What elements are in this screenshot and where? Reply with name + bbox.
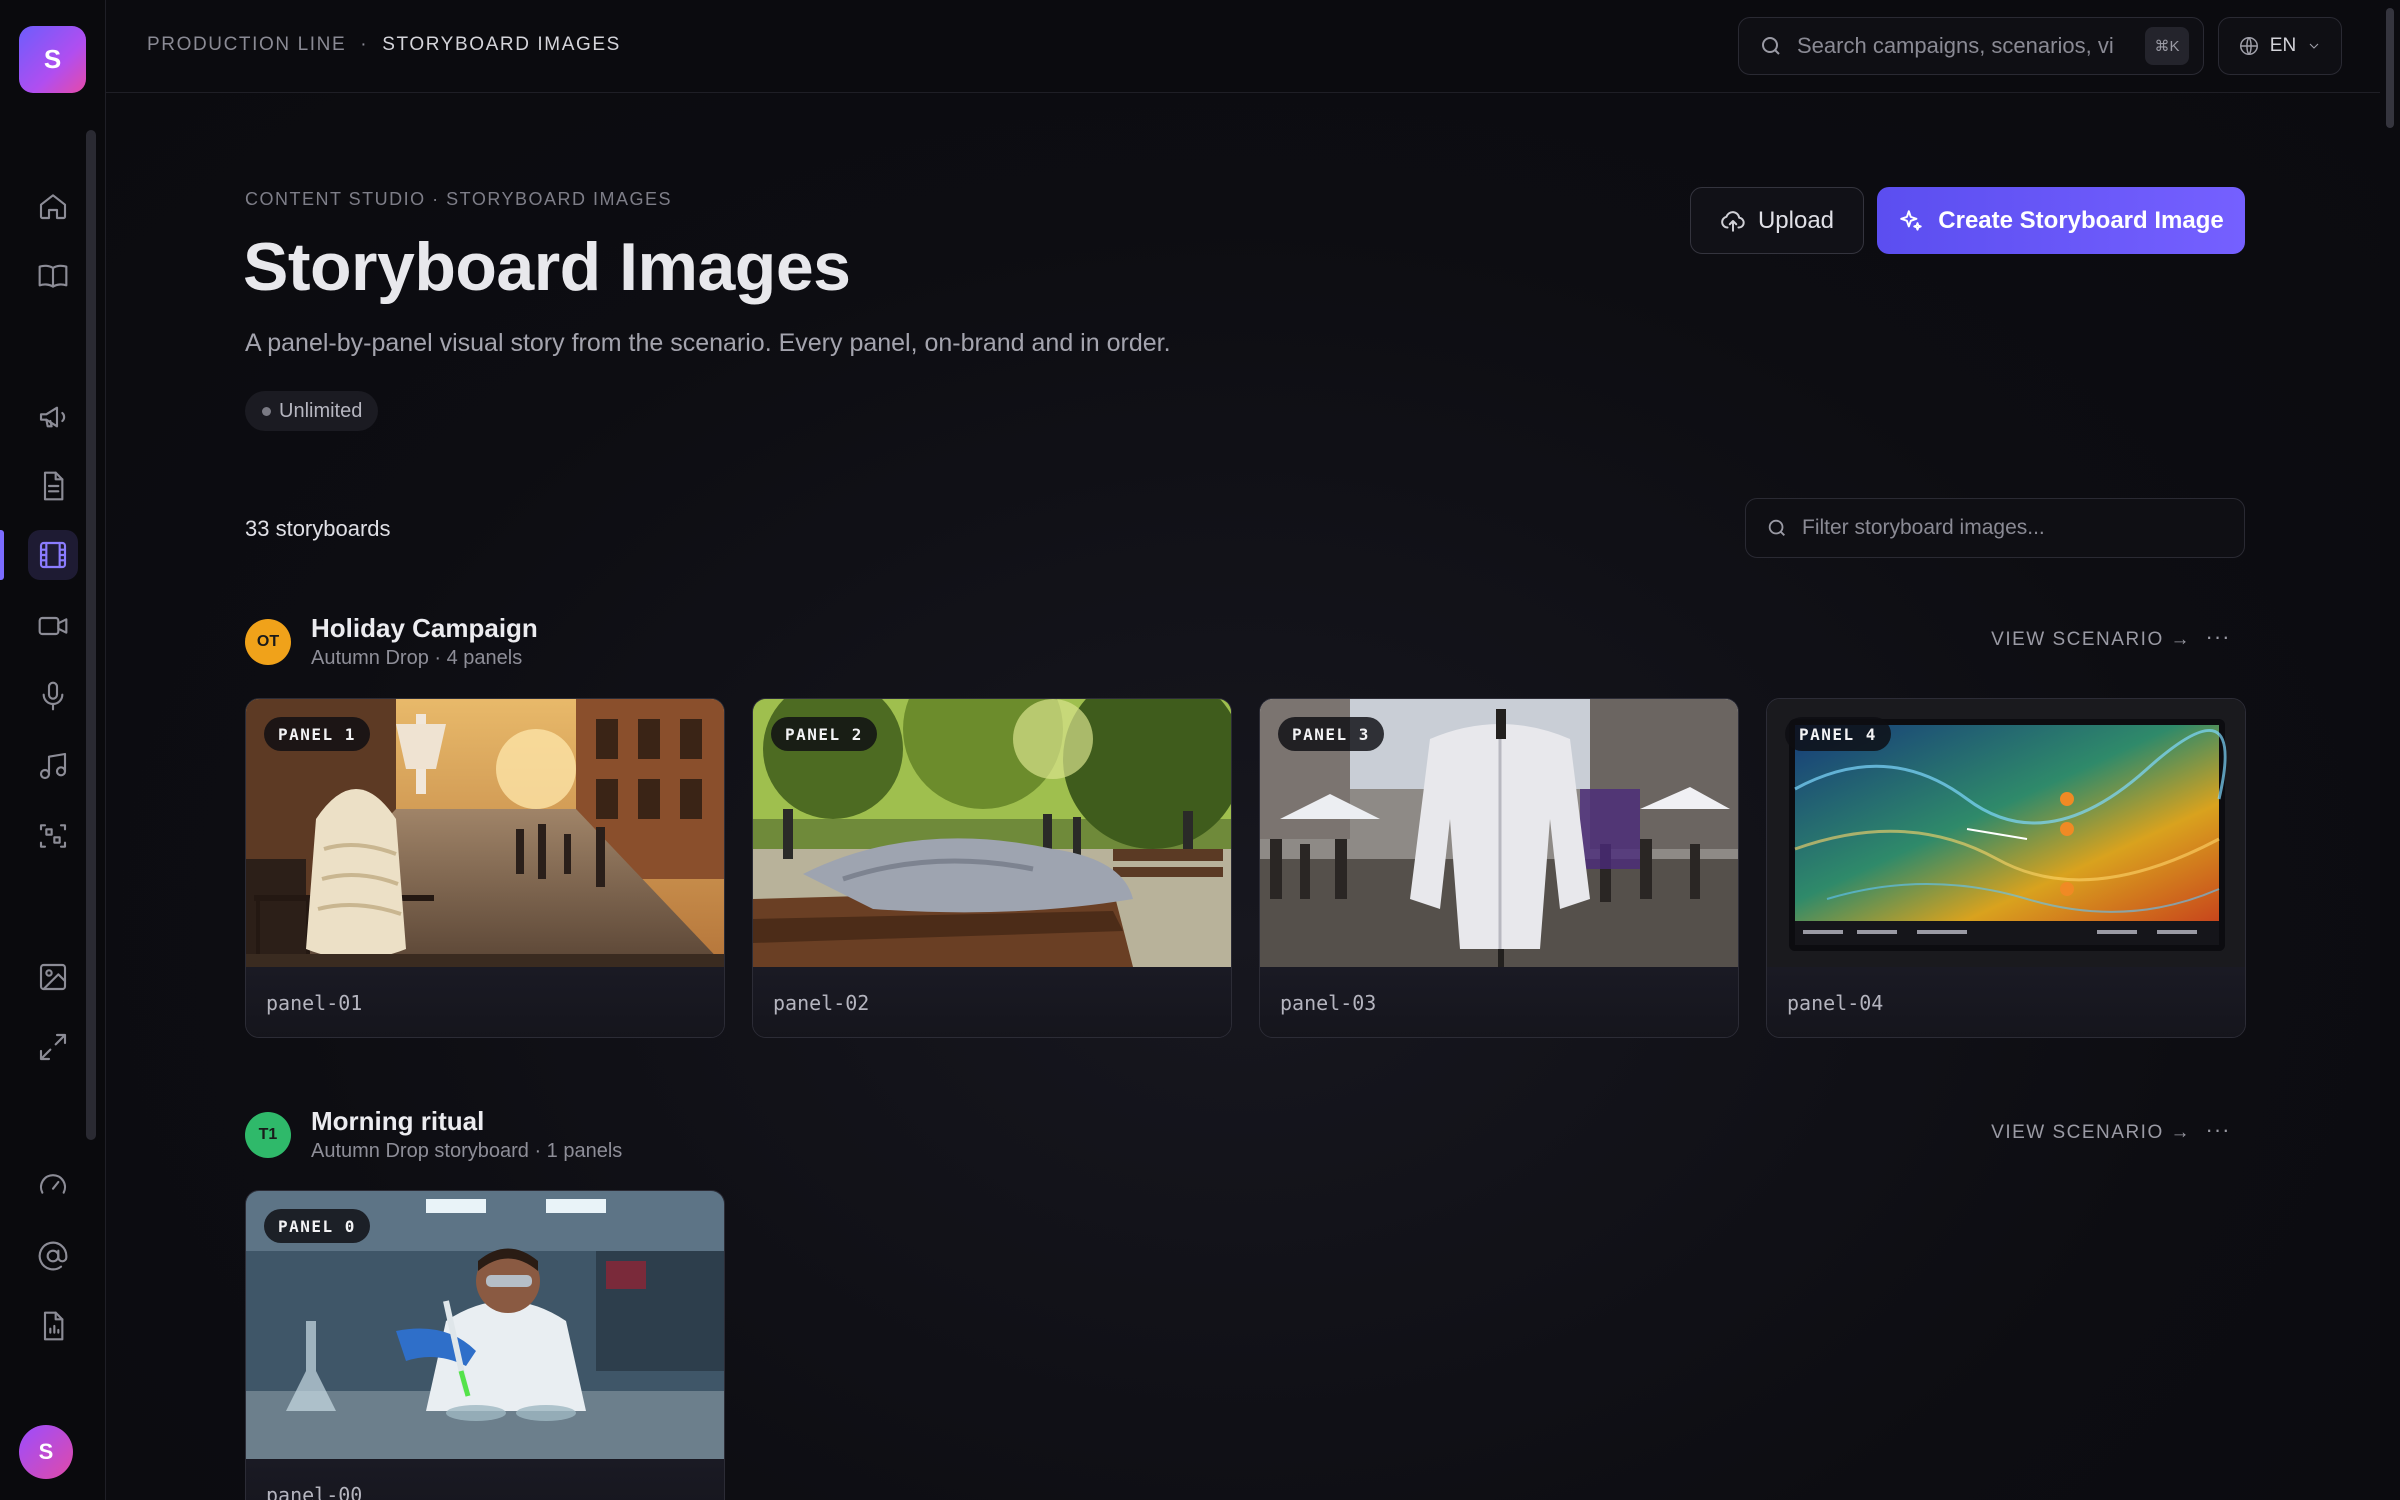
nav-storyboards[interactable] [28,530,78,580]
group-badge: OT [245,619,291,665]
panel-thumbnail[interactable]: PANEL 4 [1767,699,2245,967]
global-search[interactable]: Search campaigns, scenarios, vi ⌘K [1738,17,2204,75]
page-title: Storyboard Images [243,229,851,305]
search-icon [1768,519,1785,536]
nav-scenarios[interactable] [28,461,78,511]
home-icon [39,194,67,220]
search-shortcut: ⌘K [2145,27,2189,65]
nav-performance[interactable] [28,1161,78,1211]
view-scenario-link[interactable]: VIEW SCENARIO → [1991,629,2191,651]
panel-tag: PANEL 4 [1785,717,1891,751]
report-icon [43,1311,64,1341]
expand-icon [39,1033,67,1061]
storyboard-card[interactable]: PANEL 0 panel-00 [245,1190,725,1500]
megaphone-icon [39,406,66,428]
panel-filename: panel-02 [753,967,1231,1037]
music-icon [39,752,67,780]
storyboard-card[interactable]: PANEL 2 panel-02 [752,698,1232,1038]
filter-input[interactable]: Filter storyboard images... [1802,516,2045,540]
panel-tag: PANEL 2 [771,717,877,751]
group-subtitle: Autumn Drop · 4 panels [311,647,523,669]
nav-campaigns[interactable] [28,392,78,442]
group-subtitle: Autumn Drop storyboard · 1 panels [311,1140,623,1162]
globe-icon [2239,37,2258,55]
panel-filename: panel-04 [1767,967,2245,1037]
panel-thumbnail[interactable]: PANEL 2 [753,699,1231,967]
panel-thumbnail[interactable]: PANEL 3 [1260,699,1738,967]
film-icon [39,541,67,569]
image-icon [39,963,67,991]
sparkles-icon [1900,209,1923,231]
group-header: T1 Morning ritual Autumn Drop storyboard… [245,1106,2245,1166]
nav-home[interactable] [28,181,78,231]
more-options-button[interactable]: ··· [2203,625,2233,655]
user-avatar[interactable]: S [19,1425,73,1479]
search-icon [1762,37,1780,55]
breadcrumb-separator: · [360,34,369,55]
panel-tag: PANEL 3 [1278,717,1384,751]
language-select[interactable]: EN [2218,17,2342,75]
page-subtitle: A panel-by-panel visual story from the s… [245,329,1171,357]
at-icon [38,1241,68,1271]
upload-icon [1721,210,1745,232]
sidebar: S S [0,0,106,1500]
panel-thumbnail[interactable]: PANEL 0 [246,1191,724,1459]
breadcrumb-current: STORYBOARD IMAGES [382,34,621,55]
storyboard-count: 33 storyboards [245,516,391,541]
nav-videos[interactable] [28,601,78,651]
microphone-icon [42,681,64,711]
nav-music[interactable] [28,741,78,791]
sidebar-scrollbar[interactable] [86,130,96,1140]
panel-tag: PANEL 0 [264,1209,370,1243]
panel-thumbnail[interactable]: PANEL 1 [246,699,724,967]
group-title: Morning ritual [311,1106,485,1136]
panel-tag: PANEL 1 [264,717,370,751]
nav-images[interactable] [28,952,78,1002]
upload-button[interactable]: Upload [1690,187,1864,254]
page-scrollbar-thumb[interactable] [2386,8,2394,128]
nav-voice[interactable] [28,671,78,721]
main-content: CONTENT STUDIO · STORYBOARD IMAGES Story… [106,93,2380,1500]
breadcrumb: PRODUCTION LINE · STORYBOARD IMAGES [147,34,621,56]
plan-badge: Unlimited [245,391,379,431]
panel-filename: panel-00 [246,1459,724,1500]
nav-library[interactable] [28,251,78,301]
filter-field[interactable]: Filter storyboard images... [1745,498,2245,558]
panel-filename: panel-03 [1260,967,1738,1037]
panel-filename: panel-01 [246,967,724,1037]
storyboard-card[interactable]: PANEL 3 panel-03 [1259,698,1739,1038]
upload-label: Upload [1757,206,1835,234]
page-scrollbar[interactable] [2380,0,2400,1500]
chevron-down-icon [2309,43,2319,49]
breadcrumb-production-line[interactable]: PRODUCTION LINE [147,34,346,56]
more-options-button[interactable]: ··· [2203,1118,2233,1148]
storyboard-card[interactable]: PANEL 1 panel-01 [245,698,725,1038]
create-storyboard-button[interactable]: Create Storyboard Image [1877,187,2245,254]
view-scenario-link[interactable]: VIEW SCENARIO → [1991,1122,2191,1144]
book-icon [38,264,68,288]
nav-reports[interactable] [28,1301,78,1351]
gauge-icon [39,1174,67,1194]
group-badge: T1 [245,1112,291,1158]
active-indicator [0,530,4,580]
topbar: PRODUCTION LINE · STORYBOARD IMAGES Sear… [106,0,2400,93]
scan-icon [39,824,67,848]
group-title: Holiday Campaign [311,613,538,643]
app-logo[interactable]: S [19,26,86,93]
nav-upscale[interactable] [28,1022,78,1072]
group-header: OT Holiday Campaign Autumn Drop · 4 pane… [245,613,2245,673]
nav-assets[interactable] [28,811,78,861]
language-value: EN [2269,35,2297,56]
create-label: Create Storyboard Image [1938,206,2224,234]
search-input[interactable]: Search campaigns, scenarios, vi [1797,33,2117,59]
nav-mentions[interactable] [28,1231,78,1281]
video-icon [38,616,68,636]
page-kicker: CONTENT STUDIO · STORYBOARD IMAGES [245,189,673,209]
storyboard-card[interactable]: PANEL 4 panel-04 [1766,698,2246,1038]
document-icon [43,471,64,501]
